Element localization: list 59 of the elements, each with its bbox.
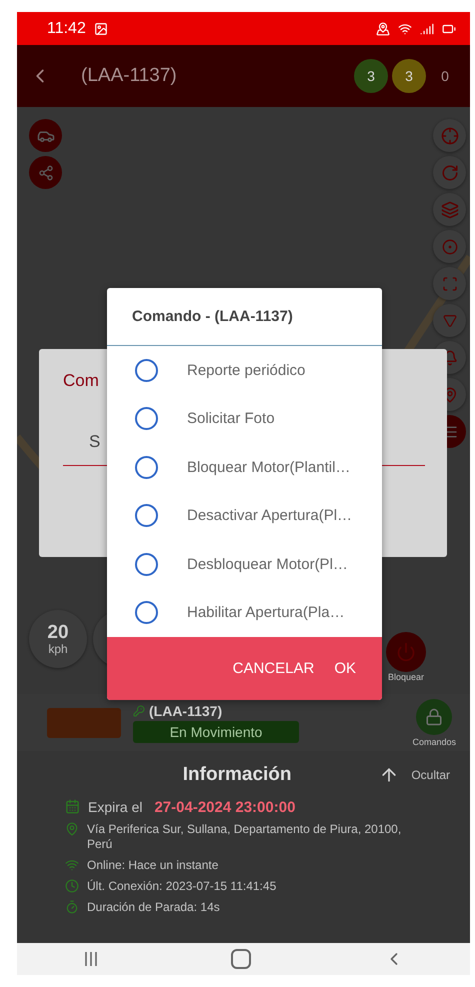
command-option[interactable]: Bloquear Motor(Plantil…	[107, 444, 382, 490]
status-tag: En Movimiento	[133, 720, 299, 742]
info-text: Online: Hace un instante	[87, 858, 218, 873]
target-icon	[442, 238, 458, 254]
key-icon	[133, 704, 145, 716]
info-text: Vía Periferica Sur, Sullana, Departamento de Piura, 20100, Perú	[87, 822, 402, 852]
triangle-icon	[442, 314, 456, 328]
commands-button[interactable]	[416, 698, 452, 734]
radio-button[interactable]	[135, 358, 158, 382]
command-option[interactable]: Desactivar Apertura(Pl…	[107, 492, 382, 539]
radio-button[interactable]	[135, 601, 158, 624]
hide-link[interactable]: Ocultar	[411, 768, 450, 782]
signal-icon	[65, 858, 79, 872]
dialog-button[interactable]: OK	[328, 652, 362, 685]
speed-unit: kph	[48, 642, 68, 656]
crosshair-icon	[440, 126, 458, 144]
expiry-date: 27-04-2024 23:00:00	[154, 799, 296, 816]
counter-badge: 3	[354, 59, 388, 93]
info-text: Duración de Parada: 14s	[87, 900, 220, 915]
calendar-icon	[65, 799, 80, 814]
fullscreen-icon	[442, 276, 458, 292]
share-button[interactable]	[29, 156, 62, 189]
share-icon	[38, 164, 54, 180]
radio-button[interactable]	[135, 552, 158, 576]
location-icon	[376, 22, 390, 36]
expiry-label: Expira el	[88, 799, 142, 815]
block-label: Bloquear	[388, 672, 424, 682]
vehicle-plate: (LAA-1137)	[149, 702, 222, 718]
signal-icon	[420, 22, 434, 36]
dialog-title: Com	[63, 371, 99, 391]
dialog-title: Comando - (LAA-1137)	[107, 288, 382, 346]
status-time: 11:42	[47, 20, 86, 38]
radio-button[interactable]	[135, 456, 158, 479]
radio-button[interactable]	[135, 407, 158, 430]
wifi-icon	[398, 22, 412, 36]
counter-badge: 3	[392, 59, 426, 93]
image-icon	[94, 22, 108, 36]
command-option[interactable]: Desbloquear Motor(Pl…	[107, 541, 382, 588]
home-icon[interactable]	[230, 949, 250, 969]
radio-button[interactable]	[135, 504, 158, 528]
layers-icon	[440, 200, 458, 218]
speed-value: 20	[47, 622, 69, 642]
command-option[interactable]: Habilitar Apertura(Pla…	[107, 590, 382, 636]
counter-value: 0	[440, 68, 450, 84]
timer-icon	[65, 900, 79, 914]
power-icon	[396, 642, 416, 662]
lock-icon	[425, 708, 444, 726]
info-title: Información	[182, 764, 293, 786]
info-text: Últ. Conexión: 2023-07-15 11:41:45	[87, 879, 276, 894]
command-option[interactable]: Solicitar Foto	[107, 396, 382, 442]
recents-icon[interactable]	[84, 951, 98, 967]
command-option[interactable]: Reporte periódico	[107, 347, 382, 394]
header-title: (LAA-1137)	[81, 65, 178, 87]
dialog-button[interactable]: CANCELAR	[226, 652, 320, 685]
location-pin-icon	[65, 822, 79, 836]
refresh-icon	[440, 164, 458, 182]
car-button[interactable]	[29, 119, 62, 152]
clock-icon	[65, 879, 79, 893]
commands-label: Comandos	[412, 736, 456, 746]
